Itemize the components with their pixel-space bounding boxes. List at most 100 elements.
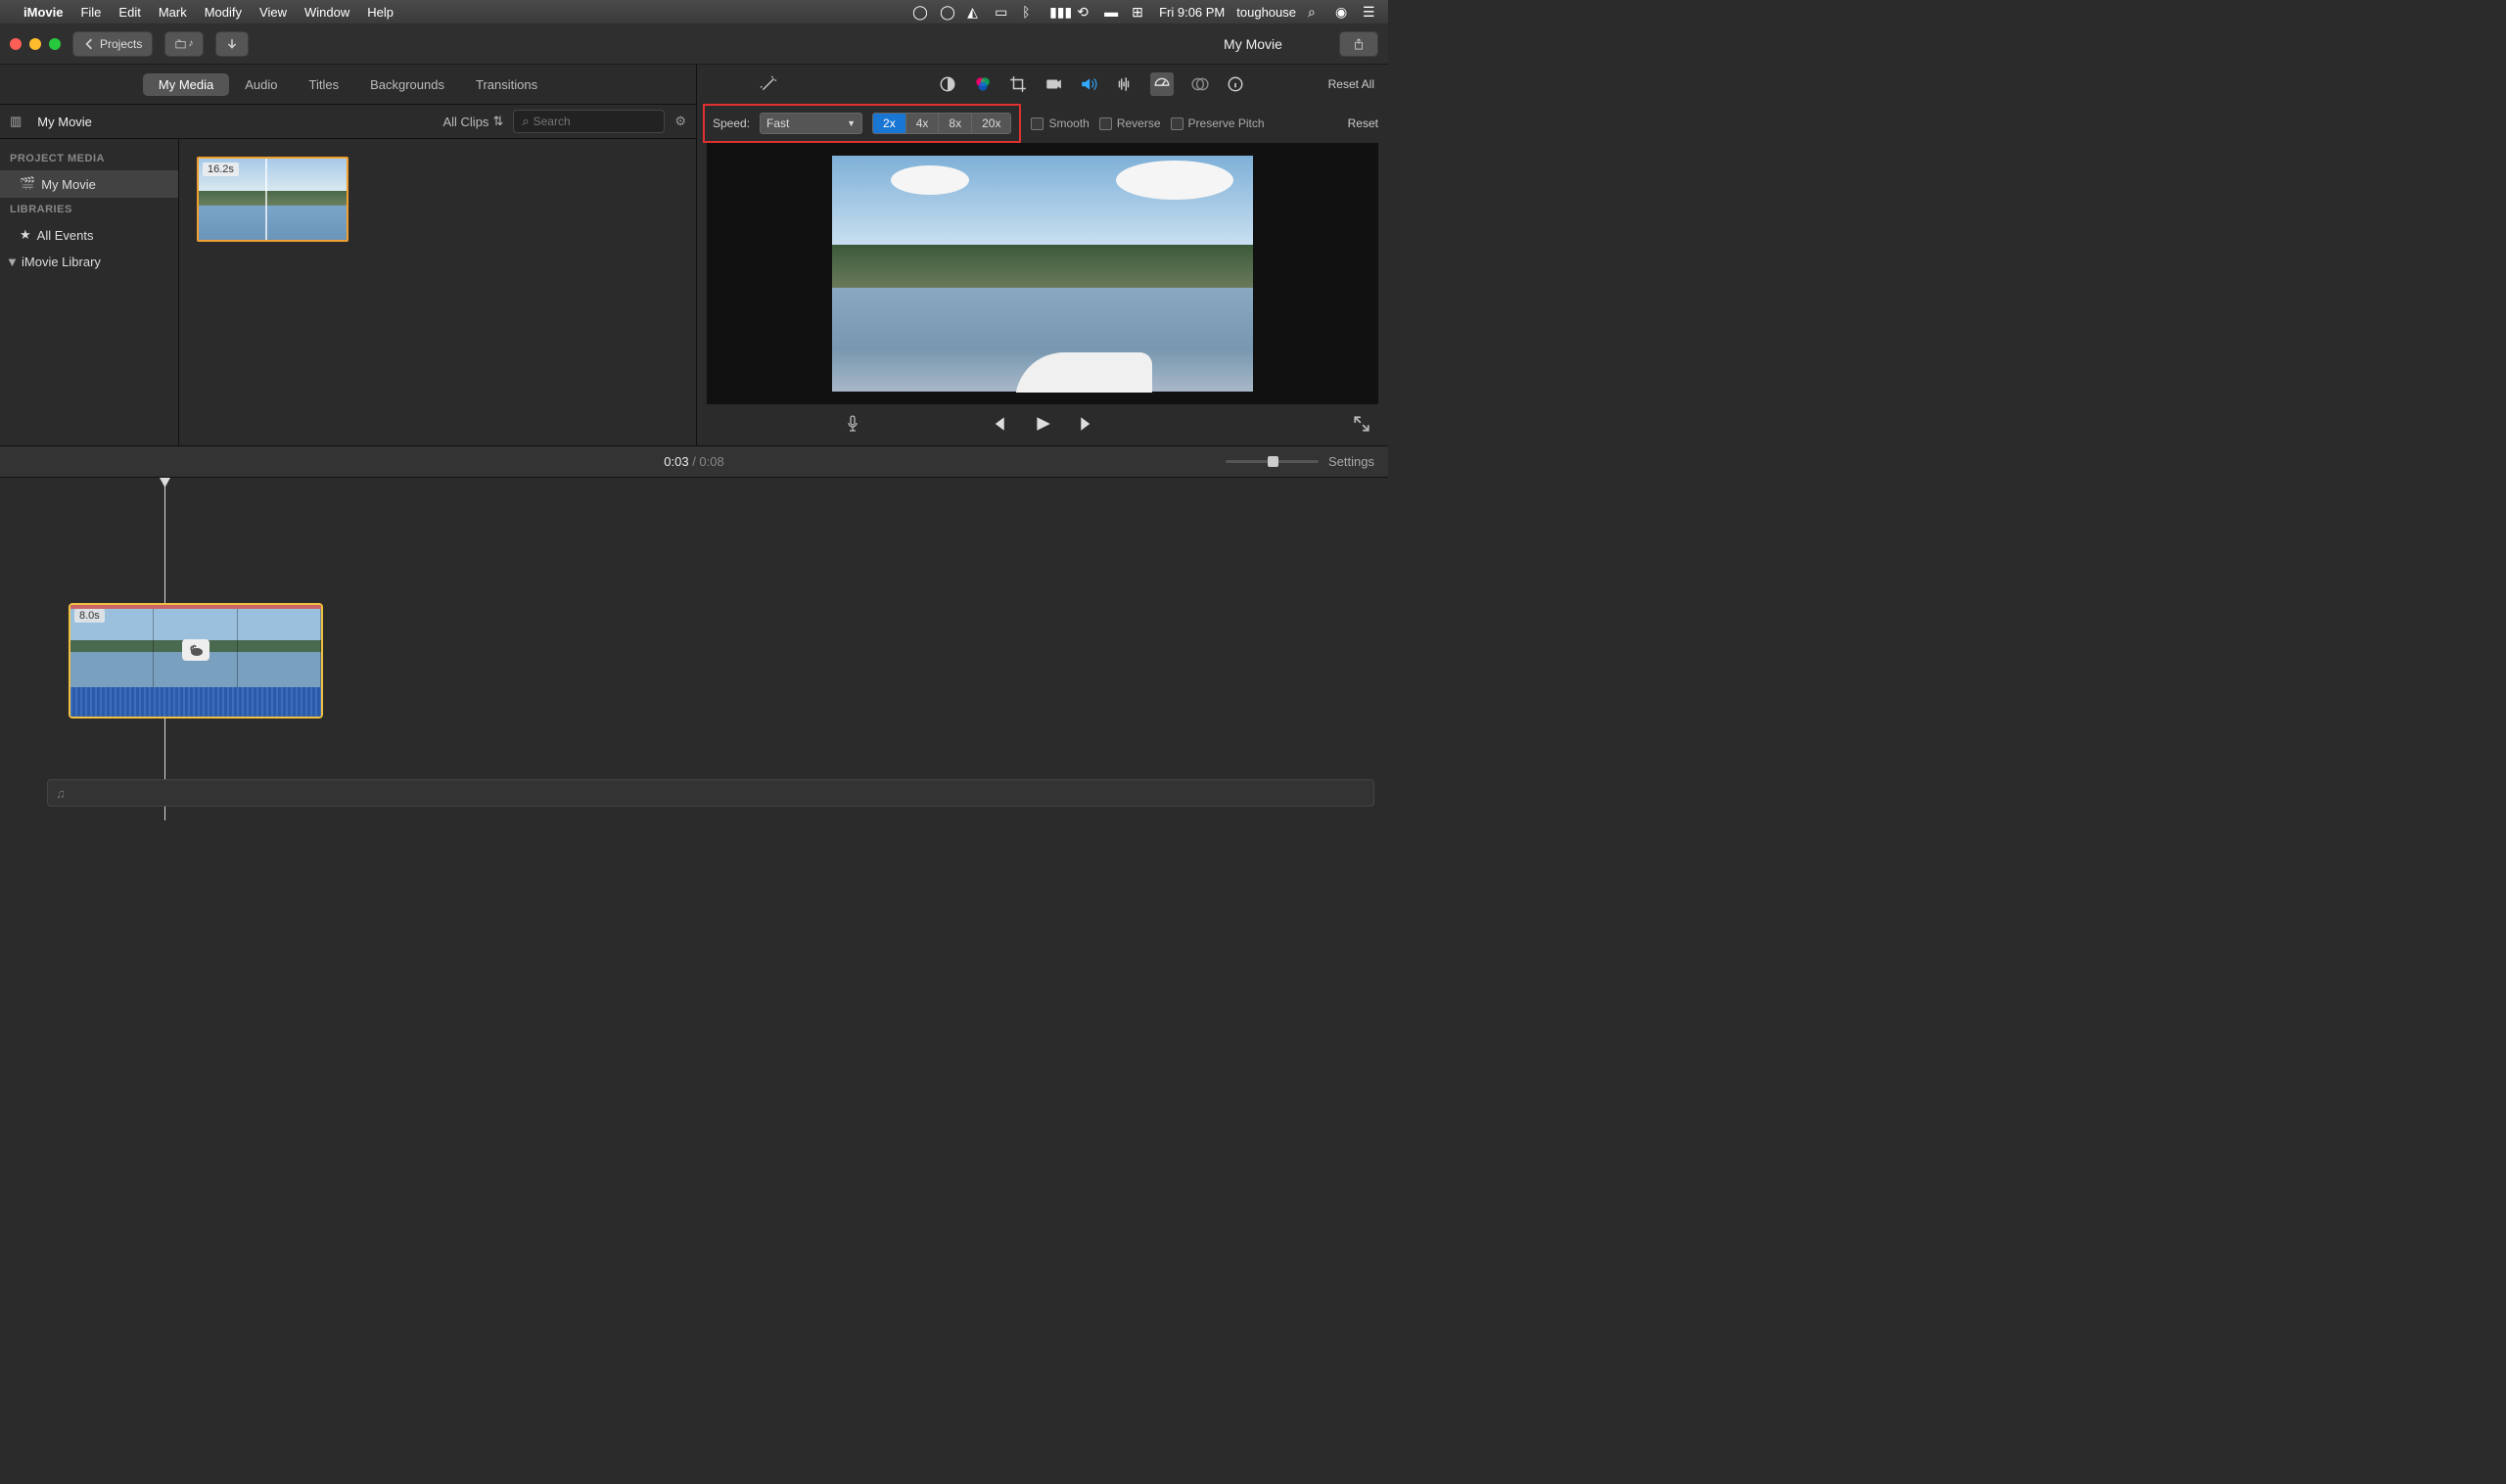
prev-frame-button[interactable] <box>989 415 1006 436</box>
sidebar-item-imovie-library[interactable]: ▼ iMovie Library <box>0 249 178 275</box>
speed-select-value: Fast <box>766 116 789 130</box>
timeline[interactable]: 8.0s ♫ <box>0 478 1388 820</box>
smooth-checkbox[interactable]: Smooth <box>1031 116 1089 130</box>
sync-icon[interactable]: ⟲ <box>1077 4 1092 20</box>
menu-mark[interactable]: Mark <box>159 5 187 20</box>
close-window[interactable] <box>10 38 22 50</box>
speed-2x[interactable]: 2x <box>873 114 906 133</box>
updown-icon: ⇅ <box>492 114 503 129</box>
timeline-timecode: 0:03 / 0:08 <box>664 454 723 469</box>
sidebar-hdr-libraries: LIBRARIES <box>0 198 178 221</box>
menubar-clock[interactable]: Fri 9:06 PM <box>1159 5 1225 20</box>
play-button[interactable] <box>1034 415 1051 436</box>
music-track[interactable]: ♫ <box>47 779 1374 807</box>
time-sep: / <box>689 454 700 469</box>
siri-icon[interactable]: ◉ <box>1335 4 1351 20</box>
film-icon: 🎬 <box>20 176 35 192</box>
preserve-label: Preserve Pitch <box>1188 116 1265 130</box>
speed-4x[interactable]: 4x <box>906 114 940 133</box>
notification-center-icon[interactable]: ☰ <box>1363 4 1378 20</box>
tab-titles[interactable]: Titles <box>294 73 355 96</box>
disclosure-triangle-icon[interactable]: ▼ <box>6 255 16 269</box>
tab-my-media[interactable]: My Media <box>143 73 229 96</box>
timeline-settings-button[interactable]: Settings <box>1328 454 1374 469</box>
timeline-header: 0:03 / 0:08 Settings <box>0 446 1388 478</box>
spotlight-icon[interactable]: ⌕ <box>1308 4 1323 20</box>
timeline-clip-duration: 8.0s <box>74 609 105 623</box>
menu-app[interactable]: iMovie <box>23 5 63 20</box>
menu-window[interactable]: Window <box>304 5 349 20</box>
volume-icon[interactable] <box>1080 75 1097 93</box>
menu-modify[interactable]: Modify <box>205 5 242 20</box>
speed-20x[interactable]: 20x <box>972 114 1010 133</box>
color-correction-icon[interactable] <box>974 75 992 93</box>
titlebar: Projects ♪ My Movie <box>0 23 1388 65</box>
menu-view[interactable]: View <box>259 5 287 20</box>
tab-backgrounds[interactable]: Backgrounds <box>354 73 460 96</box>
star-icon: ★ <box>20 227 31 243</box>
menu-file[interactable]: File <box>80 5 101 20</box>
menubar: iMovie File Edit Mark Modify View Window… <box>0 0 1388 23</box>
fullscreen-icon[interactable] <box>1353 415 1370 436</box>
browser-bar: ▥ My Movie All Clips ⇅ ⌕ ⚙ <box>0 104 696 139</box>
crop-icon[interactable] <box>1009 75 1027 93</box>
speed-controls: Speed: Fast ▼ 2x 4x 8x 20x Smooth Revers… <box>697 104 1388 143</box>
sidebar-toggle-icon[interactable]: ▥ <box>10 114 22 129</box>
bluetooth-icon[interactable]: ᛒ <box>1022 4 1038 20</box>
wechat-icon[interactable]: ◯ <box>912 4 928 20</box>
speed-reset-button[interactable]: Reset <box>1348 116 1378 130</box>
search-field[interactable]: ⌕ <box>513 110 665 133</box>
clip-filter-icon[interactable] <box>1191 75 1209 93</box>
chevron-down-icon: ▼ <box>847 118 856 128</box>
speed-icon[interactable] <box>1150 72 1174 96</box>
download-button[interactable] <box>215 31 249 57</box>
browser-settings-icon[interactable]: ⚙ <box>674 114 686 129</box>
media-clip-thumb[interactable]: 16.2s <box>197 157 348 242</box>
menu-edit[interactable]: Edit <box>118 5 140 20</box>
speed-select[interactable]: Fast ▼ <box>760 113 862 134</box>
noise-reduction-icon[interactable] <box>1115 75 1133 93</box>
import-media-button[interactable]: ♪ <box>164 31 204 57</box>
reverse-label: Reverse <box>1117 116 1161 130</box>
sidebar-item-all-events[interactable]: ★ All Events <box>0 221 178 249</box>
battery-icon[interactable]: ▮▮▮ <box>1049 4 1065 20</box>
projects-back-button[interactable]: Projects <box>72 31 153 57</box>
zoom-knob[interactable] <box>1268 456 1278 467</box>
tab-audio[interactable]: Audio <box>229 73 293 96</box>
video-viewer[interactable] <box>707 143 1378 404</box>
minimize-window[interactable] <box>29 38 41 50</box>
reverse-checkbox[interactable]: Reverse <box>1099 116 1161 130</box>
sidebar-item-my-movie[interactable]: 🎬 My Movie <box>0 170 178 198</box>
airplay-icon[interactable]: ▭ <box>995 4 1010 20</box>
tab-transitions[interactable]: Transitions <box>460 73 553 96</box>
share-button[interactable] <box>1339 31 1378 57</box>
timeline-clip[interactable]: 8.0s <box>69 603 323 719</box>
clips-filter[interactable]: All Clips ⇅ <box>442 114 503 129</box>
zoom-slider[interactable] <box>1226 460 1319 463</box>
projects-label: Projects <box>100 37 142 51</box>
color-balance-icon[interactable] <box>939 75 956 93</box>
current-time: 0:03 <box>664 454 688 469</box>
reset-all-button[interactable]: Reset All <box>1328 77 1374 91</box>
preserve-pitch-checkbox[interactable]: Preserve Pitch <box>1171 116 1265 130</box>
battery2-icon[interactable]: ▬ <box>1104 4 1120 20</box>
voiceover-icon[interactable] <box>844 415 861 436</box>
traffic-lights <box>10 38 61 50</box>
viewer-pane: Reset All Speed: Fast ▼ 2x 4x 8x 20x Smo… <box>697 65 1388 445</box>
info-icon[interactable] <box>1227 75 1244 93</box>
sidebar: PROJECT MEDIA 🎬 My Movie LIBRARIES ★ All… <box>0 139 179 445</box>
grid-icon[interactable]: ⊞ <box>1132 4 1147 20</box>
stabilization-icon[interactable] <box>1044 75 1062 93</box>
search-input[interactable] <box>534 115 657 128</box>
zoom-window[interactable] <box>49 38 61 50</box>
sidebar-all-events-label: All Events <box>37 228 94 243</box>
menu-help[interactable]: Help <box>367 5 394 20</box>
magic-wand-icon[interactable] <box>760 75 777 93</box>
next-frame-button[interactable] <box>1079 415 1096 436</box>
browser-tabs: My Media Audio Titles Backgrounds Transi… <box>0 65 696 104</box>
speed-8x[interactable]: 8x <box>939 114 972 133</box>
qq-icon[interactable]: ◯ <box>940 4 955 20</box>
total-time: 0:08 <box>699 454 723 469</box>
location-icon[interactable]: ◭ <box>967 4 983 20</box>
menubar-user[interactable]: toughouse <box>1236 5 1296 20</box>
